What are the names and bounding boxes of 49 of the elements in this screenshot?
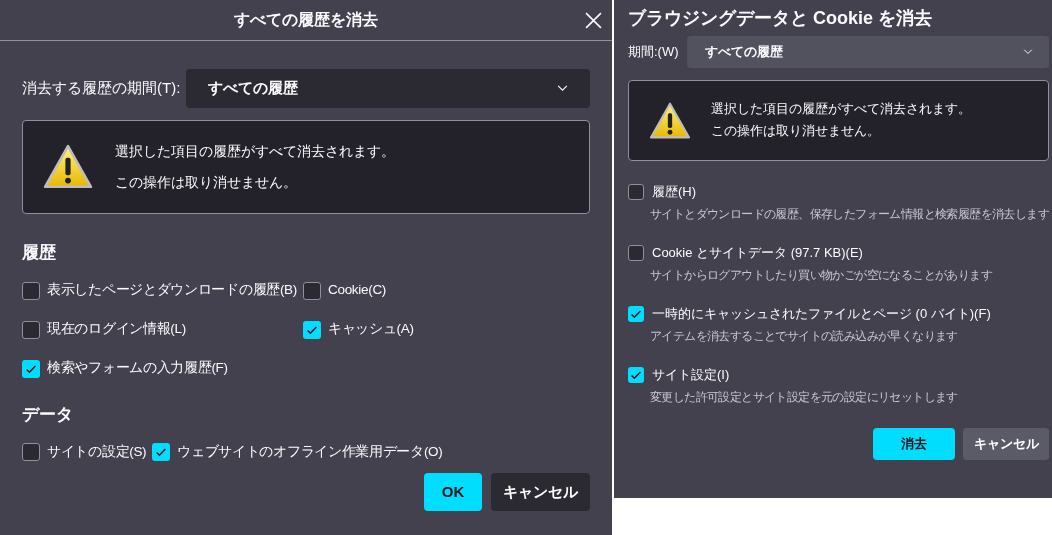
checkbox[interactable] bbox=[303, 281, 321, 300]
dialog-title: すべての履歴を消去 bbox=[234, 10, 378, 30]
warning-text: 選択した項目の履歴がすべて消去されます。 bbox=[711, 101, 971, 119]
confirm-button[interactable]: OK bbox=[424, 473, 482, 511]
warning-text: 選択した項目の履歴がすべて消去されます。 bbox=[115, 142, 395, 161]
cancel-button[interactable]: キャンセル bbox=[963, 428, 1049, 460]
option-label: 履歴(H) bbox=[652, 183, 697, 202]
dropdown-value: すべての履歴 bbox=[208, 78, 299, 99]
dropdown-value: すべての履歴 bbox=[704, 43, 783, 62]
warning-text: この操作は取り消せません。 bbox=[711, 123, 881, 140]
checkbox[interactable] bbox=[628, 306, 644, 322]
option-label: Cookie(C) bbox=[328, 281, 387, 300]
option-label: サイトの設定(S) bbox=[47, 442, 147, 461]
checkbox[interactable] bbox=[22, 443, 40, 461]
option-label: Cookie とサイトデータ (97.7 KB)(E) bbox=[652, 244, 863, 263]
option-label: 表示したページとダウンロードの履歴(B) bbox=[47, 281, 297, 300]
option-description: 変更した許可設定とサイト設定を元の設定にリセットします bbox=[650, 389, 958, 406]
warning-text: この操作は取り消せません。 bbox=[115, 173, 298, 192]
option-label: ウェブサイトのオフライン作業用データ(O) bbox=[177, 442, 443, 461]
option-label: 現在のログイン情報(L) bbox=[47, 320, 186, 339]
checkbox[interactable] bbox=[628, 184, 644, 200]
checkbox[interactable] bbox=[628, 367, 644, 383]
chevron-down-icon bbox=[557, 85, 568, 92]
checkbox[interactable] bbox=[22, 359, 40, 378]
option-label: 一時的にキャッシュされたファイルとページ (0 バイト)(F) bbox=[652, 305, 991, 324]
section-heading: 履歴 bbox=[22, 242, 57, 264]
close-icon[interactable] bbox=[585, 12, 602, 29]
warning-icon bbox=[43, 144, 93, 190]
checkbox[interactable] bbox=[628, 245, 644, 261]
option-description: アイテムを消去することでサイトの読み込みが早くなります bbox=[650, 328, 958, 345]
option-description: サイトとダウンロードの履歴、保存したフォーム情報と検索履歴を消去します bbox=[650, 206, 1049, 223]
period-label: 期間:(W) bbox=[628, 43, 679, 62]
confirm-button[interactable]: 消去 bbox=[873, 428, 955, 460]
dialog-title: ブラウジングデータと Cookie を消去 bbox=[628, 7, 933, 30]
checkbox[interactable] bbox=[152, 443, 171, 461]
checkbox[interactable] bbox=[303, 320, 321, 339]
warning-icon bbox=[649, 101, 691, 140]
period-dropdown[interactable]: すべての履歴 bbox=[186, 69, 590, 108]
chevron-down-icon bbox=[1023, 49, 1033, 55]
cancel-button[interactable]: キャンセル bbox=[491, 473, 590, 511]
period-label: 消去する履歴の期間(T): bbox=[22, 78, 181, 99]
option-description: サイトからログアウトしたり買い物かごが空になることがあります bbox=[650, 267, 992, 284]
option-label: サイト設定(I) bbox=[652, 366, 730, 385]
checkbox[interactable] bbox=[22, 281, 40, 300]
option-label: キャッシュ(A) bbox=[328, 320, 414, 339]
section-heading: データ bbox=[22, 403, 74, 426]
checkbox[interactable] bbox=[22, 320, 40, 339]
period-dropdown[interactable]: すべての履歴 bbox=[686, 36, 1049, 68]
option-label: 検索やフォームの入力履歴(F) bbox=[47, 359, 228, 378]
